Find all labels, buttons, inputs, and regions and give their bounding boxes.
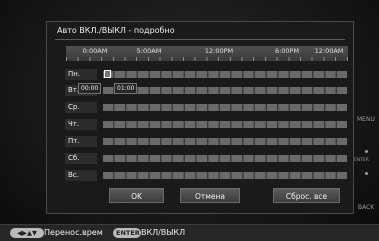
day-label: Пт. [65,136,97,147]
up-indicator-icon [365,150,368,153]
day-row-mon[interactable]: Пн. [65,69,347,80]
day-label: Чт. [65,119,97,130]
day-label: Ср. [65,102,97,113]
day-row-thu[interactable]: Чт. [65,119,347,130]
enter-action-hint: ВКЛ/ВЫКЛ [141,228,186,237]
hour-cells[interactable] [103,155,347,162]
move-time-hint: Перенос.врем [44,228,103,237]
day-label: Вс. [65,170,97,181]
hour-cells[interactable] [103,87,347,94]
hour-cells[interactable] [103,138,347,145]
time-label: 5:00AM [136,47,162,55]
ok-button[interactable]: OK [109,188,164,203]
hour-cells[interactable] [103,121,347,128]
down-indicator-icon [365,172,368,175]
day-row-fri[interactable]: Пт. [65,136,347,147]
dialog-title: Авто ВКЛ./ВЫКЛ - подробно [57,26,175,35]
selection-cursor[interactable] [104,70,111,78]
day-label: Сб. [65,153,97,164]
enter-label[interactable]: ENTER [354,158,369,163]
time-label: 0:00AM [82,47,108,55]
day-row-tue[interactable]: Вт. [65,85,347,96]
time-label: 6:00PM [274,47,300,55]
time-ruler: 0:00AM 5:00AM 12:00PM 6:00PM 12:00AM [66,46,348,61]
hour-cells[interactable] [103,71,347,78]
day-row-sat[interactable]: Сб. [65,153,347,164]
time-label: 12:00PM [204,47,234,55]
enter-key-icon: ENTER [113,228,141,238]
arrow-keys-icon: ◀▶▲▼ [10,228,44,238]
start-time-box: 00:00 [78,83,102,94]
day-row-sun[interactable]: Вс. [65,170,347,181]
hour-cells[interactable] [103,172,347,179]
reset-all-button[interactable]: Сброс. все [273,188,340,203]
auto-on-off-dialog: Авто ВКЛ./ВЫКЛ - подробно 0:00AM 5:00AM … [46,21,354,214]
screen: Авто ВКЛ./ВЫКЛ - подробно 0:00AM 5:00AM … [0,0,379,241]
ruler-ticks [66,57,348,61]
time-label: 12:00AM [314,47,344,55]
cancel-button[interactable]: Отмена [180,188,240,203]
end-time-box: 01:00 [114,83,138,94]
footer-hint-bar: ◀▶▲▼ Перенос.врем ENTER ВКЛ/ВЫКЛ [0,224,379,241]
title-divider [55,39,345,40]
back-label[interactable]: BACK [358,204,374,211]
day-row-wed[interactable]: Ср. [65,102,347,113]
day-label: Пн. [65,69,97,80]
hour-cells[interactable] [103,104,347,111]
menu-label[interactable]: MENU [357,116,375,123]
